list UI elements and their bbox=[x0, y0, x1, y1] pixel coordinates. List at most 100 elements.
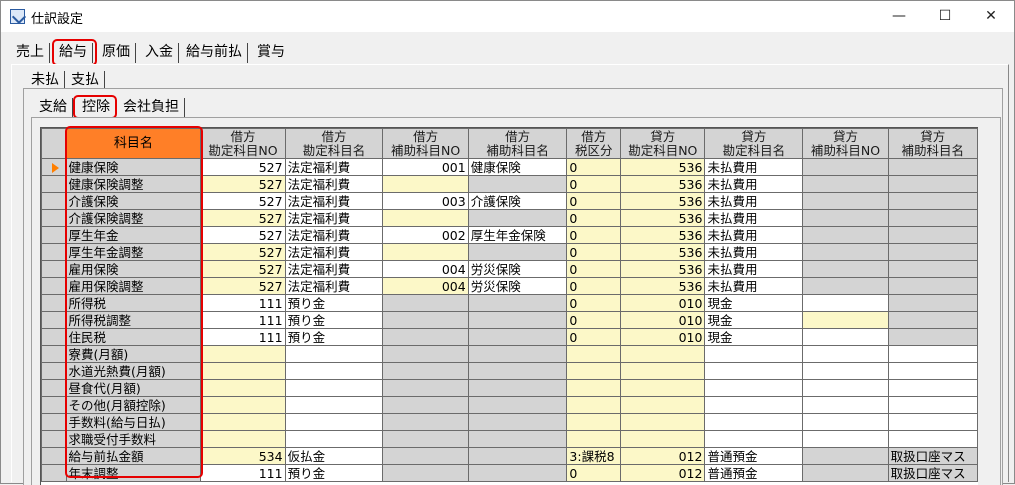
grid-cell[interactable]: 法定福利費 bbox=[284, 158, 384, 176]
grid-cell[interactable] bbox=[467, 175, 568, 193]
row-header[interactable] bbox=[41, 447, 67, 465]
grid-cell[interactable]: 健康保険 bbox=[467, 158, 568, 176]
grid-cell[interactable] bbox=[887, 260, 978, 278]
grid-cell[interactable] bbox=[467, 209, 568, 227]
grid-cell[interactable]: 536 bbox=[620, 175, 706, 193]
row-header[interactable] bbox=[41, 430, 67, 448]
grid-cell[interactable]: 012 bbox=[620, 447, 706, 465]
table-row[interactable]: 住民税 111 預り金 0 010 現金 bbox=[41, 328, 978, 346]
grid-cell[interactable] bbox=[467, 243, 568, 261]
grid-cell[interactable]: 厚生年金保険 bbox=[467, 226, 568, 244]
row-header[interactable] bbox=[41, 328, 67, 346]
grid-cell[interactable] bbox=[802, 328, 889, 346]
grid-cell[interactable]: 0 bbox=[566, 277, 622, 295]
grid-cell[interactable]: 010 bbox=[620, 294, 706, 312]
grid-cell[interactable]: 0 bbox=[566, 294, 622, 312]
table-row[interactable]: 昼食代(月額) bbox=[41, 379, 978, 397]
grid-cell[interactable] bbox=[887, 209, 978, 227]
grid-cell[interactable]: 法定福利費 bbox=[284, 260, 384, 278]
row-header[interactable] bbox=[41, 243, 67, 261]
grid-cell[interactable] bbox=[887, 311, 978, 329]
grid-cell[interactable]: 法定福利費 bbox=[284, 277, 384, 295]
grid-cell[interactable] bbox=[467, 464, 568, 482]
tab-deposit[interactable]: 入金 bbox=[140, 43, 179, 63]
grid-cell[interactable]: 012 bbox=[620, 464, 706, 482]
grid-cell[interactable] bbox=[467, 413, 568, 431]
grid-cell[interactable] bbox=[887, 328, 978, 346]
grid-cell[interactable] bbox=[887, 158, 978, 176]
table-row[interactable]: 所得税 111 預り金 0 010 現金 bbox=[41, 294, 978, 312]
grid-cell[interactable] bbox=[382, 447, 469, 465]
grid-cell[interactable] bbox=[200, 396, 286, 414]
grid-cell[interactable]: 527 bbox=[200, 175, 286, 193]
table-row[interactable]: 厚生年金調整 527 法定福利費 0 536 未払費用 bbox=[41, 243, 978, 261]
grid-cell[interactable]: 法定福利費 bbox=[284, 175, 384, 193]
grid-cell[interactable] bbox=[887, 226, 978, 244]
grid-cell[interactable] bbox=[802, 379, 889, 397]
table-row[interactable]: 健康保険 527 法定福利費 001 健康保険 0 536 未払費用 bbox=[41, 158, 978, 176]
row-header[interactable] bbox=[41, 192, 67, 210]
grid-cell[interactable]: 現金 bbox=[704, 311, 804, 329]
grid-cell[interactable] bbox=[467, 430, 568, 448]
grid-cell[interactable]: 004 bbox=[382, 260, 469, 278]
table-row[interactable]: 介護保険調整 527 法定福利費 0 536 未払費用 bbox=[41, 209, 978, 227]
table-row[interactable]: 介護保険 527 法定福利費 003 介護保険 0 536 未払費用 bbox=[41, 192, 978, 210]
grid-cell[interactable] bbox=[382, 413, 469, 431]
row-header[interactable] bbox=[41, 379, 67, 397]
grid-cell[interactable] bbox=[620, 379, 706, 397]
grid-cell[interactable]: 0 bbox=[566, 464, 622, 482]
grid-cell[interactable]: 003 bbox=[382, 192, 469, 210]
row-header[interactable] bbox=[41, 396, 67, 414]
grid-cell[interactable]: 001 bbox=[382, 158, 469, 176]
grid-cell[interactable]: 取扱口座マス bbox=[887, 447, 978, 465]
grid-cell[interactable] bbox=[284, 345, 384, 363]
row-header[interactable] bbox=[41, 226, 67, 244]
grid-cell[interactable] bbox=[467, 396, 568, 414]
row-header[interactable] bbox=[41, 175, 67, 193]
grid-cell[interactable] bbox=[382, 209, 469, 227]
grid-cell[interactable] bbox=[467, 447, 568, 465]
grid-cell[interactable] bbox=[620, 430, 706, 448]
grid-cell[interactable] bbox=[566, 430, 622, 448]
grid-cell[interactable]: 労災保険 bbox=[467, 277, 568, 295]
grid-cell[interactable] bbox=[802, 243, 889, 261]
grid-cell[interactable]: 普通預金 bbox=[704, 447, 804, 465]
grid-cell[interactable]: 預り金 bbox=[284, 294, 384, 312]
grid-cell[interactable] bbox=[382, 243, 469, 261]
grid-cell[interactable] bbox=[887, 175, 978, 193]
grid-cell[interactable]: 未払費用 bbox=[704, 192, 804, 210]
grid-cell[interactable]: 0 bbox=[566, 311, 622, 329]
grid-cell[interactable]: 未払費用 bbox=[704, 226, 804, 244]
tab-sales[interactable]: 売上 bbox=[13, 43, 50, 63]
row-header[interactable] bbox=[41, 294, 67, 312]
grid-cell[interactable] bbox=[467, 294, 568, 312]
grid-cell[interactable] bbox=[566, 362, 622, 380]
grid-cell[interactable] bbox=[802, 192, 889, 210]
grid-cell[interactable] bbox=[704, 430, 804, 448]
grid-cell[interactable]: 未払費用 bbox=[704, 158, 804, 176]
grid-cell[interactable]: 536 bbox=[620, 192, 706, 210]
grid-cell[interactable] bbox=[620, 396, 706, 414]
grid-cell[interactable] bbox=[284, 379, 384, 397]
grid-cell[interactable] bbox=[382, 328, 469, 346]
grid-cell[interactable]: 111 bbox=[200, 294, 286, 312]
grid-cell[interactable] bbox=[382, 396, 469, 414]
tab-company-burden[interactable]: 会社負担 bbox=[118, 98, 185, 118]
grid-cell[interactable]: 0 bbox=[566, 328, 622, 346]
grid-cell[interactable] bbox=[382, 345, 469, 363]
grid-cell[interactable] bbox=[382, 379, 469, 397]
grid-cell[interactable]: 0 bbox=[566, 192, 622, 210]
table-row[interactable]: 水道光熱費(月額) bbox=[41, 362, 978, 380]
table-row[interactable]: 所得税調整 111 預り金 0 010 現金 bbox=[41, 311, 978, 329]
table-row[interactable]: 寮費(月額) bbox=[41, 345, 978, 363]
grid-cell[interactable] bbox=[467, 311, 568, 329]
grid-cell[interactable] bbox=[566, 396, 622, 414]
table-row[interactable]: 手数料(給与日払) bbox=[41, 413, 978, 431]
grid-cell[interactable]: 527 bbox=[200, 260, 286, 278]
grid-cell[interactable] bbox=[802, 311, 889, 329]
grid-cell[interactable] bbox=[704, 379, 804, 397]
table-row[interactable]: 年末調整 111 預り金 0 012 普通預金 取扱口座マス bbox=[41, 464, 978, 482]
grid-cell[interactable] bbox=[200, 430, 286, 448]
grid-cell[interactable] bbox=[200, 362, 286, 380]
grid-cell[interactable]: 527 bbox=[200, 226, 286, 244]
